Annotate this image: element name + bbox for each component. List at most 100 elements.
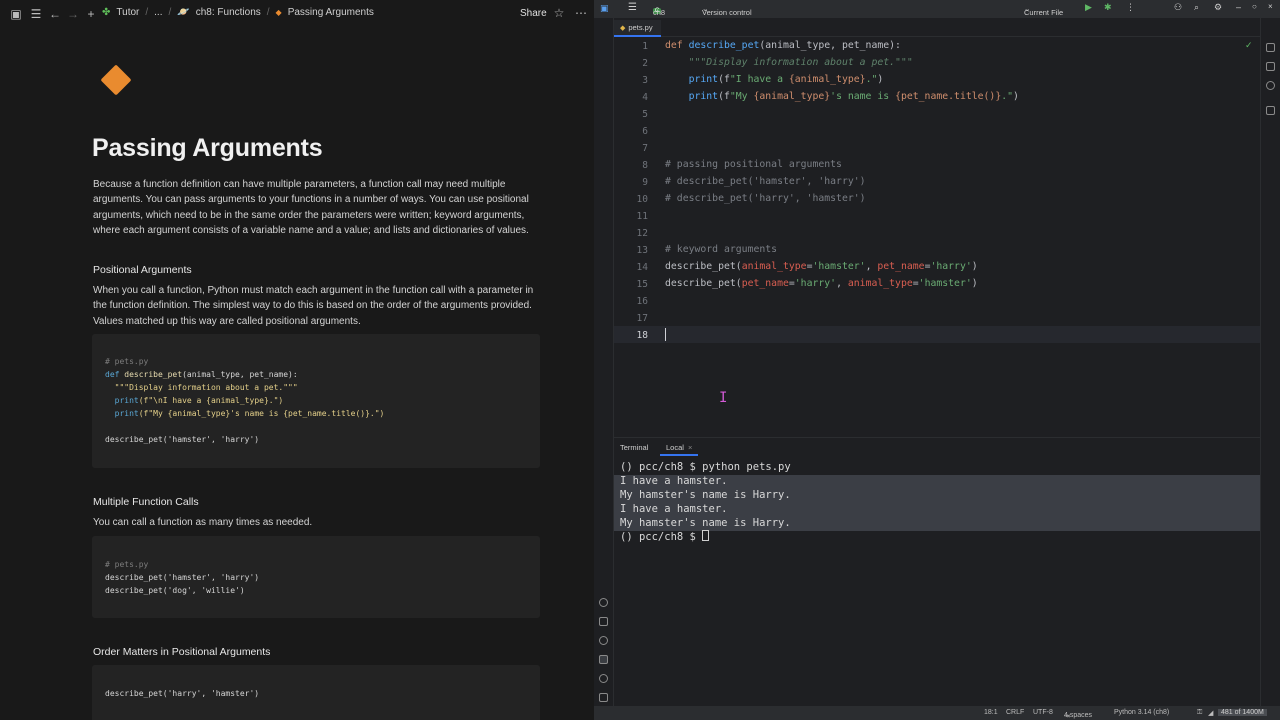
share-button[interactable]: Share xyxy=(520,8,547,19)
more-options-icon[interactable]: ⋯ xyxy=(574,6,588,20)
code-comment: # describe_pet('harry', 'hamster') xyxy=(665,193,866,204)
tab-pets-py[interactable]: ◆ pets.py xyxy=(614,20,661,37)
line-number: 8 xyxy=(642,160,648,171)
minimize-icon[interactable]: – xyxy=(1236,2,1241,12)
line-separator[interactable]: CRLF xyxy=(1006,709,1024,716)
code-block-pets[interactable]: # pets.py def describe_pet(animal_type, … xyxy=(92,334,540,468)
run-config-selector[interactable]: Current File ⌄ xyxy=(1024,4,1063,17)
line-number: 17 xyxy=(636,313,648,324)
terminal-prompt[interactable]: () pcc/ch8 $ xyxy=(620,530,710,544)
breadcrumb-parent[interactable]: ch8: Functions xyxy=(196,7,261,18)
close-tab-icon[interactable]: × xyxy=(688,443,692,452)
breadcrumb-page[interactable]: Passing Arguments xyxy=(288,7,374,18)
code-comment: # pets.py xyxy=(105,357,149,366)
close-icon[interactable]: × xyxy=(1268,2,1273,11)
code-comment: # passing positional arguments xyxy=(665,159,842,170)
forward-arrow-icon[interactable]: → xyxy=(66,7,80,21)
code-comment: # describe_pet('hamster', 'harry') xyxy=(665,176,866,187)
code-block-multiple[interactable]: # pets.py describe_pet('hamster', 'harry… xyxy=(92,536,540,618)
terminal-line: I have a hamster. xyxy=(620,503,728,515)
current-line-highlight xyxy=(614,326,1260,343)
right-tool-strip xyxy=(1260,18,1280,708)
readonly-toggle-icon[interactable]: ⚿ xyxy=(1197,709,1202,717)
multiple-paragraph: You can call a function as many times as… xyxy=(93,517,313,528)
sciview-icon[interactable] xyxy=(1266,106,1275,115)
sidebar-toggle-icon[interactable]: ▣ xyxy=(9,7,23,21)
diamond-icon: ◆ xyxy=(275,8,282,17)
problems-icon[interactable] xyxy=(599,674,608,683)
breadcrumb-ellipsis[interactable]: ... xyxy=(154,7,162,18)
power-save-icon[interactable]: ◢ xyxy=(1208,709,1213,717)
settings-gear-icon[interactable]: ⚙ xyxy=(1214,2,1222,13)
run-icon[interactable]: ▶ xyxy=(1085,2,1092,13)
inspection-ok-icon[interactable]: ✓ xyxy=(1245,40,1253,51)
project-selector[interactable]: Cch8 ⌄ xyxy=(653,4,665,17)
debug-icon[interactable]: ✱ xyxy=(1104,2,1112,13)
notifications-icon[interactable] xyxy=(1266,43,1275,52)
ai-assistant-icon[interactable] xyxy=(1266,81,1275,90)
breadcrumb-separator: / xyxy=(145,7,149,18)
line-number: 6 xyxy=(642,126,648,137)
section-heading-multiple: Multiple Function Calls xyxy=(93,496,199,508)
menu-icon[interactable]: ☰ xyxy=(29,7,43,21)
code-line: describe_pet('hamster', 'harry') xyxy=(105,573,260,582)
line-number: 2 xyxy=(642,58,648,69)
line-number: 13 xyxy=(636,245,648,256)
line-number: 11 xyxy=(636,211,648,222)
planet-icon: 🪐 xyxy=(177,7,190,18)
code-comment: # keyword arguments xyxy=(665,244,778,255)
line-number: 7 xyxy=(642,143,648,154)
tab-local[interactable]: Local × xyxy=(660,439,699,456)
code-line: describe_pet('hamster', 'harry') xyxy=(105,435,260,444)
cursor-position[interactable]: 18:1 xyxy=(984,709,998,716)
terminal-title: Terminal xyxy=(620,443,649,452)
line-number: 12 xyxy=(636,228,648,239)
code-line: print(f"My {animal_type}'s name is {pet_… xyxy=(105,409,385,418)
back-arrow-icon[interactable]: ← xyxy=(48,7,62,21)
code-line: def describe_pet(animal_type, pet_name): xyxy=(665,40,901,51)
interpreter-selector[interactable]: Python 3.14 (ch8) xyxy=(1114,709,1169,716)
code-line: describe_pet('dog', 'willie') xyxy=(105,586,245,595)
intro-paragraph: Because a function definition can have m… xyxy=(93,179,529,236)
code-line: print(f"I have a {animal_type}.") xyxy=(665,74,884,85)
line-number: 4 xyxy=(642,92,648,103)
python-packages-icon[interactable] xyxy=(599,598,608,607)
add-icon[interactable]: + xyxy=(84,7,98,21)
vcs-selector[interactable]: Version control ⌄ xyxy=(702,4,752,17)
line-number: 14 xyxy=(636,262,648,273)
account-icon[interactable]: ⚇ xyxy=(1174,2,1182,13)
breadcrumb-workspace[interactable]: Tutor xyxy=(116,7,139,18)
section-heading-positional: Positional Arguments xyxy=(93,264,192,276)
breadcrumb-separator: / xyxy=(168,7,172,18)
terminal-tool-icon[interactable] xyxy=(599,655,608,664)
breadcrumb: ✤ Tutor / ... / 🪐 ch8: Functions / ◆ Pas… xyxy=(102,7,374,18)
line-number: 9 xyxy=(642,177,648,188)
clover-icon: ✤ xyxy=(102,7,111,18)
code-block-order[interactable]: describe_pet('harry', 'hamster') xyxy=(92,665,540,720)
memory-indicator[interactable]: 481 of 1400M xyxy=(1218,709,1267,716)
ide-logo-icon[interactable]: ▣ xyxy=(600,3,609,14)
star-icon[interactable]: ☆ xyxy=(552,6,566,20)
more-actions-icon[interactable]: ⋮ xyxy=(1126,2,1135,13)
file-encoding[interactable]: UTF-8 xyxy=(1033,709,1053,716)
ide-pane: ▣ ☰ Cch8 ⌄ Version control ⌄ Current Fil… xyxy=(594,0,1280,720)
run-tool-icon[interactable] xyxy=(599,636,608,645)
terminal-line: () pcc/ch8 $ python pets.py xyxy=(620,461,791,473)
git-icon[interactable] xyxy=(599,693,608,702)
line-number: 10 xyxy=(636,194,648,205)
maximize-icon[interactable]: ○ xyxy=(1252,2,1257,11)
terminal-panel[interactable]: Terminal Local × () pcc/ch8 $ python pets… xyxy=(614,437,1260,708)
left-tool-strip xyxy=(594,18,614,708)
line-number: 5 xyxy=(642,109,648,120)
positional-paragraph: When you call a function, Python must ma… xyxy=(93,285,534,327)
main-menu-icon[interactable]: ☰ xyxy=(628,2,637,13)
services-icon[interactable] xyxy=(599,617,608,626)
database-icon[interactable] xyxy=(1266,62,1275,71)
page-icon[interactable] xyxy=(100,64,132,96)
search-icon[interactable]: ⌕ xyxy=(1194,2,1199,13)
code-editor[interactable]: ✓ 1 2 3 4 5 6 7 8 9 10 11 12 13 14 15 16… xyxy=(614,37,1260,437)
terminal-line: I have a hamster. xyxy=(620,475,728,487)
notes-topbar: ▣ ☰ ← → + ✤ Tutor / ... / 🪐 ch8: Functio… xyxy=(0,0,594,28)
code-line: describe_pet('harry', 'hamster') xyxy=(105,689,260,698)
